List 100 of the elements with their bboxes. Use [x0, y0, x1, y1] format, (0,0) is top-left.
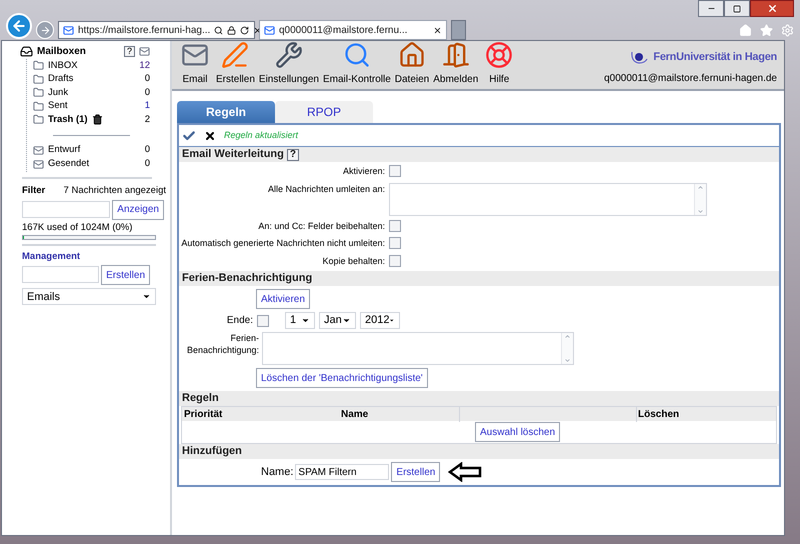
caret-icon — [342, 316, 351, 325]
wrench-icon — [274, 41, 303, 69]
back-button[interactable] — [6, 13, 32, 39]
create-button[interactable]: Erstellen — [391, 462, 440, 482]
search-icon[interactable] — [214, 26, 224, 34]
door-icon — [442, 41, 470, 69]
checkbox[interactable] — [257, 314, 269, 326]
column-header: Priorität — [183, 408, 224, 422]
folder-count: 0 — [144, 72, 150, 86]
folder-name[interactable]: Gesendet — [48, 157, 90, 172]
mail-icon — [33, 145, 44, 156]
management-label: Management — [22, 250, 82, 264]
close-icon[interactable] — [433, 26, 442, 34]
checkbox[interactable] — [389, 237, 401, 249]
show-button[interactable]: Anzeigen — [112, 200, 164, 220]
toolbar-button[interactable]: Dateien — [392, 41, 432, 89]
magnifier-icon — [342, 41, 371, 69]
new-tab-button[interactable] — [451, 20, 466, 40]
cancel-icon[interactable] — [204, 130, 216, 142]
folder-icon — [33, 74, 44, 85]
field-label: Ferien- Benachrichtigung: — [186, 332, 259, 356]
folder-name[interactable]: Drafts — [48, 72, 74, 86]
scroll-down-icon[interactable] — [564, 357, 571, 364]
message-count: 7 Nachrichten angezeigt — [64, 184, 166, 198]
scroll-up-icon[interactable] — [564, 333, 571, 340]
delete-selection-button[interactable]: Auswahl löschen — [475, 422, 560, 442]
toolbar-button[interactable]: Abmelden — [431, 41, 480, 89]
mailbox-title: Mailboxen — [37, 45, 86, 59]
toolbar-button[interactable]: Email — [176, 41, 214, 89]
month-select[interactable]: Jan — [319, 312, 356, 329]
activate-button[interactable]: Aktivieren — [256, 289, 310, 309]
filter-field[interactable] — [22, 200, 110, 218]
settings-icon[interactable] — [781, 24, 794, 36]
pen-icon — [221, 41, 250, 69]
logo-text: FernUniversität in Hagen — [653, 50, 777, 65]
scroll-down-icon[interactable] — [697, 208, 704, 214]
field-label: Aktivieren: — [342, 165, 385, 178]
folder-name[interactable]: Trash (1) — [48, 112, 88, 127]
toolbar-button[interactable]: Hilfe — [480, 41, 518, 89]
lifebuoy-icon — [485, 41, 514, 69]
folder-icon — [33, 100, 44, 112]
help-icon[interactable]: ? — [286, 148, 299, 160]
close-button[interactable] — [750, 0, 794, 17]
maximize-icon — [733, 4, 741, 12]
minimize-button[interactable] — [698, 0, 724, 17]
mail-icon[interactable] — [139, 46, 150, 57]
field-label: Automatisch generierte Nachrichten nicht umleiten: — [180, 237, 385, 250]
filter-label: Filter — [22, 184, 46, 198]
folder-icon — [33, 87, 44, 98]
clear-list-button[interactable]: Löschen der 'Benachrichtigungsliste' — [256, 368, 428, 388]
tab[interactable]: RPOP — [275, 101, 373, 123]
field-label: Name: — [261, 464, 294, 480]
folder-name[interactable]: Sent — [48, 99, 68, 114]
create-button[interactable]: Erstellen — [101, 265, 150, 286]
day-select[interactable]: 1 — [285, 312, 315, 329]
trash-icon[interactable] — [92, 114, 103, 126]
folder-icon — [33, 114, 44, 126]
toolbar-button[interactable]: Email-Kontrolle — [320, 41, 393, 89]
name-field[interactable]: SPAM Filtern — [295, 464, 390, 480]
checkbox[interactable] — [389, 254, 401, 266]
caret-icon — [301, 316, 310, 325]
tab[interactable]: Regeln — [177, 101, 275, 123]
folder-count: 2 — [144, 112, 150, 127]
save-icon[interactable] — [182, 128, 196, 142]
home-icon[interactable] — [739, 24, 752, 36]
folder-count: 12 — [139, 58, 150, 73]
mail-icon — [33, 159, 44, 170]
star-icon[interactable] — [760, 24, 773, 36]
type-select[interactable]: Emails — [22, 288, 156, 306]
folder-name[interactable]: Junk — [48, 86, 68, 100]
mail-icon — [264, 24, 275, 36]
checkbox[interactable] — [389, 220, 401, 232]
field-label: Kopie behalten: — [321, 254, 385, 268]
text-area[interactable] — [262, 332, 574, 365]
management-field[interactable] — [22, 266, 100, 284]
section-title: Regeln — [182, 391, 219, 406]
house-icon — [398, 41, 426, 69]
column-header: Löschen — [636, 406, 680, 422]
help-icon[interactable]: ? — [124, 46, 135, 57]
forward-arrow-icon — [40, 24, 50, 36]
year-select[interactable]: 2012 — [360, 312, 400, 329]
folder-name[interactable]: INBOX — [48, 58, 78, 73]
toolbar-button[interactable]: Einstellungen — [256, 41, 321, 89]
field-label: An: und Cc: Felder beibehalten: — [257, 220, 385, 232]
mailbox-icon — [20, 45, 33, 58]
logo-icon — [629, 49, 650, 66]
close-icon — [766, 3, 778, 14]
browser-tab[interactable]: q0000011@mailstore.fernu... — [259, 20, 447, 40]
forward-button[interactable] — [36, 21, 54, 39]
section-title: Ferien-Benachrichtigung — [182, 271, 312, 286]
scroll-up-icon[interactable] — [697, 184, 704, 190]
folder-count: 1 — [144, 99, 150, 114]
maximize-button[interactable] — [724, 0, 750, 17]
checkbox[interactable] — [389, 165, 401, 177]
folder-name[interactable]: Entwurf — [48, 143, 80, 158]
section-title: Email Weiterleitung — [182, 147, 284, 162]
text-area[interactable] — [389, 182, 707, 216]
user-email: q0000011@mailstore.fernuni-hagen.de — [604, 72, 777, 86]
refresh-icon[interactable] — [240, 26, 250, 34]
toolbar-button[interactable]: Erstellen — [214, 41, 257, 89]
